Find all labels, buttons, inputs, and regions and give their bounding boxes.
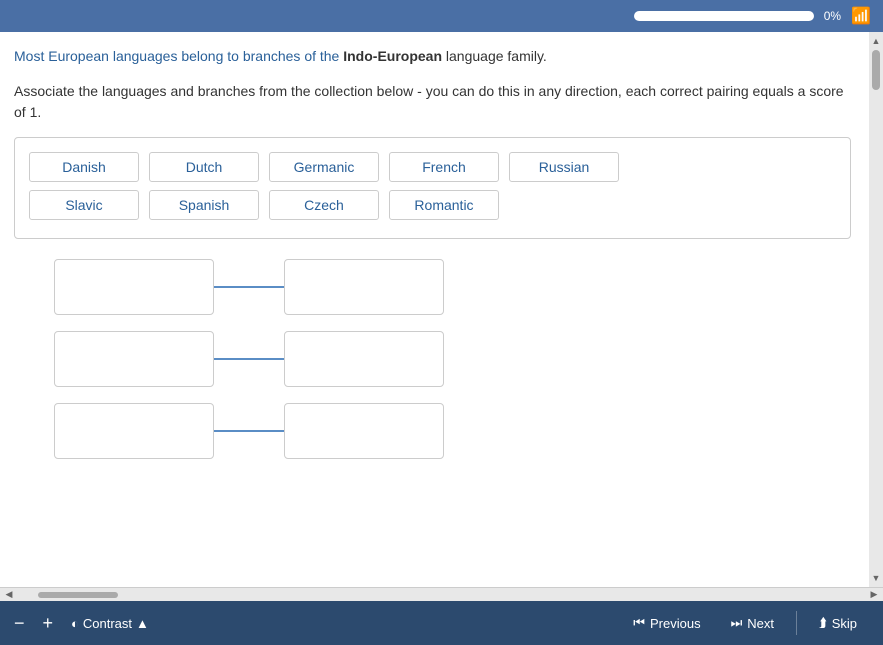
scroll-down-button[interactable]: ▼	[869, 571, 883, 585]
intro-text: Most European languages belong to branch…	[14, 46, 851, 67]
previous-icon: ⏮	[633, 615, 645, 631]
word-chip-czech[interactable]: Czech	[269, 190, 379, 220]
scroll-thumb-v[interactable]	[872, 50, 880, 90]
previous-label: Previous	[650, 616, 701, 631]
scroll-left-button[interactable]: ◀	[2, 590, 16, 600]
word-chip-dutch[interactable]: Dutch	[149, 152, 259, 182]
progress-bar-container	[634, 11, 814, 21]
zoom-in-icon: +	[43, 613, 54, 634]
match-connector-3	[214, 430, 284, 432]
bottom-toolbar: − + ◐ Contrast ▲ ⏮ Previous ⏭ Next ⮭ Ski…	[0, 601, 883, 645]
word-chip-russian[interactable]: Russian	[509, 152, 619, 182]
scroll-up-button[interactable]: ▲	[869, 34, 883, 48]
contrast-label: Contrast	[83, 616, 132, 631]
progress-label: 0%	[824, 9, 841, 23]
match-row-1	[54, 259, 811, 315]
zoom-out-button[interactable]: −	[14, 613, 25, 634]
intro-bold: Indo-European	[343, 48, 442, 64]
word-chip-germanic[interactable]: Germanic	[269, 152, 379, 182]
intro-suffix: language family.	[442, 48, 547, 64]
content-wrapper: Most European languages belong to branch…	[0, 32, 883, 587]
word-chip-romantic[interactable]: Romantic	[389, 190, 499, 220]
instruction-text: Associate the languages and branches fro…	[14, 81, 851, 123]
next-icon: ⏭	[731, 615, 743, 631]
scroll-right-button[interactable]: ▶	[867, 590, 881, 600]
skip-label: Skip	[832, 616, 857, 631]
matching-area	[14, 259, 851, 459]
wifi-icon: 📶	[851, 6, 871, 26]
top-bar: 0% 📶	[0, 0, 883, 32]
match-connector-2	[214, 358, 284, 360]
next-button[interactable]: ⏭ Next	[719, 611, 786, 635]
scroll-thumb-h[interactable]	[38, 592, 118, 598]
horizontal-scrollbar[interactable]: ◀ ▶	[0, 587, 883, 601]
previous-button[interactable]: ⏮ Previous	[621, 611, 712, 635]
scrollable-area[interactable]: Most European languages belong to branch…	[0, 32, 869, 587]
word-bank: Danish Dutch Germanic French Russian Sla…	[14, 137, 851, 239]
match-connector-1	[214, 286, 284, 288]
next-label: Next	[747, 616, 774, 631]
vertical-scrollbar[interactable]: ▲ ▼	[869, 32, 883, 587]
intro-prefix: Most European languages belong to branch…	[14, 48, 343, 64]
word-chip-french[interactable]: French	[389, 152, 499, 182]
contrast-arrow-icon: ▲	[136, 616, 149, 631]
scroll-track-v	[871, 50, 881, 569]
toolbar-left: − + ◐ Contrast ▲	[14, 613, 149, 634]
word-chip-slavic[interactable]: Slavic	[29, 190, 139, 220]
word-bank-row1: Danish Dutch Germanic French Russian	[29, 152, 836, 182]
word-chip-danish[interactable]: Danish	[29, 152, 139, 182]
scroll-track-h	[18, 591, 865, 599]
contrast-button[interactable]: ◐ Contrast ▲	[71, 616, 149, 631]
match-box-left-2[interactable]	[54, 331, 214, 387]
match-box-right-2[interactable]	[284, 331, 444, 387]
toolbar-divider	[796, 611, 797, 635]
toolbar-right: ⏮ Previous ⏭ Next ⮭ Skip	[621, 611, 869, 635]
skip-icon: ⮭	[819, 615, 827, 631]
zoom-in-button[interactable]: +	[43, 613, 54, 634]
match-box-right-1[interactable]	[284, 259, 444, 315]
contrast-icon: ◐	[71, 616, 79, 631]
skip-button[interactable]: ⮭ Skip	[807, 611, 869, 635]
word-bank-row2: Slavic Spanish Czech Romantic	[29, 190, 836, 220]
match-row-3	[54, 403, 811, 459]
match-box-left-1[interactable]	[54, 259, 214, 315]
word-chip-spanish[interactable]: Spanish	[149, 190, 259, 220]
match-box-left-3[interactable]	[54, 403, 214, 459]
zoom-out-icon: −	[14, 613, 25, 634]
match-row-2	[54, 331, 811, 387]
match-box-right-3[interactable]	[284, 403, 444, 459]
